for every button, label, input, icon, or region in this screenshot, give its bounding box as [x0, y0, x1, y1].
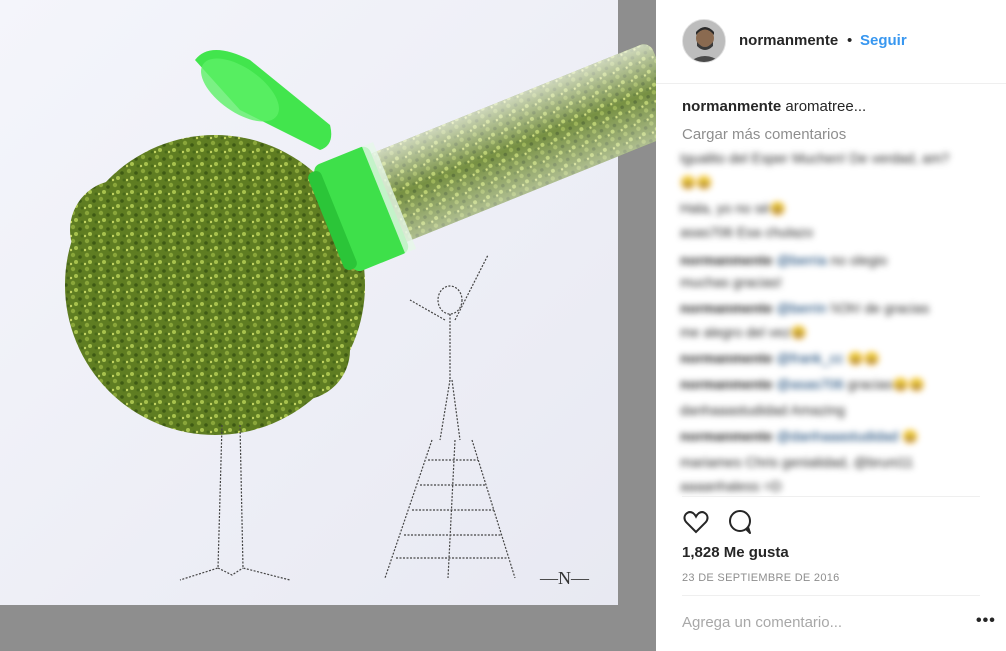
comment-text: gracias	[847, 376, 893, 392]
comment-text: muchas gracias!	[680, 274, 782, 290]
comment-text: asas706 Esa chulazo	[680, 224, 814, 240]
comment-item: Igualito del Esper Muchen! De verdad, am…	[680, 150, 950, 166]
comment-item: mariames Chris genialidad, @bruni11	[680, 454, 914, 470]
comment-item: asas706 Esa chulazo	[680, 224, 814, 240]
follow-button[interactable]: Seguir	[860, 32, 907, 49]
comment-item: normanmente @frank_cc 😀😀	[680, 350, 880, 366]
comment-item: normanmente @berrin \\Oh! de gracias	[680, 300, 930, 316]
comment-item: danhaaastudidad Amazing	[680, 402, 846, 418]
comment-text: Hala, yo no sé	[680, 200, 770, 216]
comment-emoji: 😃	[769, 201, 786, 216]
comment-text: me alegro del vez	[680, 324, 791, 340]
post-header: normanmente • Seguir	[656, 0, 1006, 84]
comment-username[interactable]: normanmente	[680, 428, 773, 444]
post-photo[interactable]: —N—	[0, 0, 656, 651]
comment-emoji: 😀😀	[847, 351, 880, 366]
caption-text: aromatree...	[785, 98, 867, 115]
likes-count[interactable]: 1,828 Me gusta	[682, 544, 789, 561]
more-options-icon[interactable]: •••	[976, 612, 996, 630]
comment-item: muchas gracias!	[680, 274, 782, 290]
comment-mention[interactable]: @frank_cc	[776, 350, 843, 366]
post-side-panel: normanmente • Seguir normanmente aromatr…	[656, 0, 1006, 651]
load-more-comments-button[interactable]: Cargar más comentarios	[682, 126, 846, 143]
caption-username[interactable]: normanmente	[682, 98, 781, 115]
comment-emoji: 😃	[790, 325, 807, 340]
heart-icon[interactable]	[682, 508, 710, 536]
comment-text: \\Oh! de gracias	[830, 300, 930, 316]
divider	[682, 595, 980, 596]
comment-text: mariames Chris genialidad, @bruni11	[680, 454, 914, 470]
username-link[interactable]: normanmente	[739, 32, 838, 49]
comment-item: Hala, yo no sé😃	[680, 200, 786, 216]
photo-artwork: —N—	[0, 0, 656, 605]
post-caption: normanmente aromatree...	[682, 98, 866, 115]
add-comment-input[interactable]	[682, 614, 952, 631]
comment-item: me alegro del vez😃	[680, 324, 807, 340]
comment-text: no olegio	[830, 252, 888, 268]
divider	[682, 496, 980, 497]
comment-text: danhaaastudidad Amazing	[680, 402, 846, 418]
comment-username[interactable]: normanmente	[680, 300, 773, 316]
separator-dot: •	[847, 32, 853, 49]
comments-list: Igualito del Esper Muchen! De verdad, am…	[680, 150, 980, 494]
comment-emoji: 😀😀	[892, 377, 926, 392]
post-date[interactable]: 23 DE SEPTIEMBRE DE 2016	[682, 572, 840, 584]
comment-emoji: 😀	[902, 429, 919, 444]
comment-item: 😀😀	[680, 174, 713, 190]
comment-mention[interactable]: @berria	[776, 252, 826, 268]
comment-text: aaaanhaless =D	[680, 478, 782, 494]
comment-mention[interactable]: @asas706	[776, 376, 843, 392]
comment-item: normanmente @danhaaastudidad 😀	[680, 428, 919, 444]
comment-username[interactable]: normanmente	[680, 376, 773, 392]
comment-text: Igualito del Esper Muchen! De verdad, am…	[680, 150, 950, 166]
comment-bubble-icon[interactable]	[726, 508, 754, 536]
comment-item: normanmente @berria no olegio	[680, 252, 888, 268]
comment-item: normanmente @asas706 gracias😀😀	[680, 376, 926, 392]
comment-mention[interactable]: @berrin	[776, 300, 826, 316]
comment-emoji: 😀😀	[680, 175, 713, 190]
comment-mention[interactable]: @danhaaastudidad	[776, 428, 898, 444]
comment-username[interactable]: normanmente	[680, 252, 773, 268]
comment-username[interactable]: normanmente	[680, 350, 773, 366]
comment-item: aaaanhaless =D	[680, 478, 782, 494]
artist-signature: —N—	[539, 568, 590, 588]
avatar[interactable]	[682, 19, 726, 63]
